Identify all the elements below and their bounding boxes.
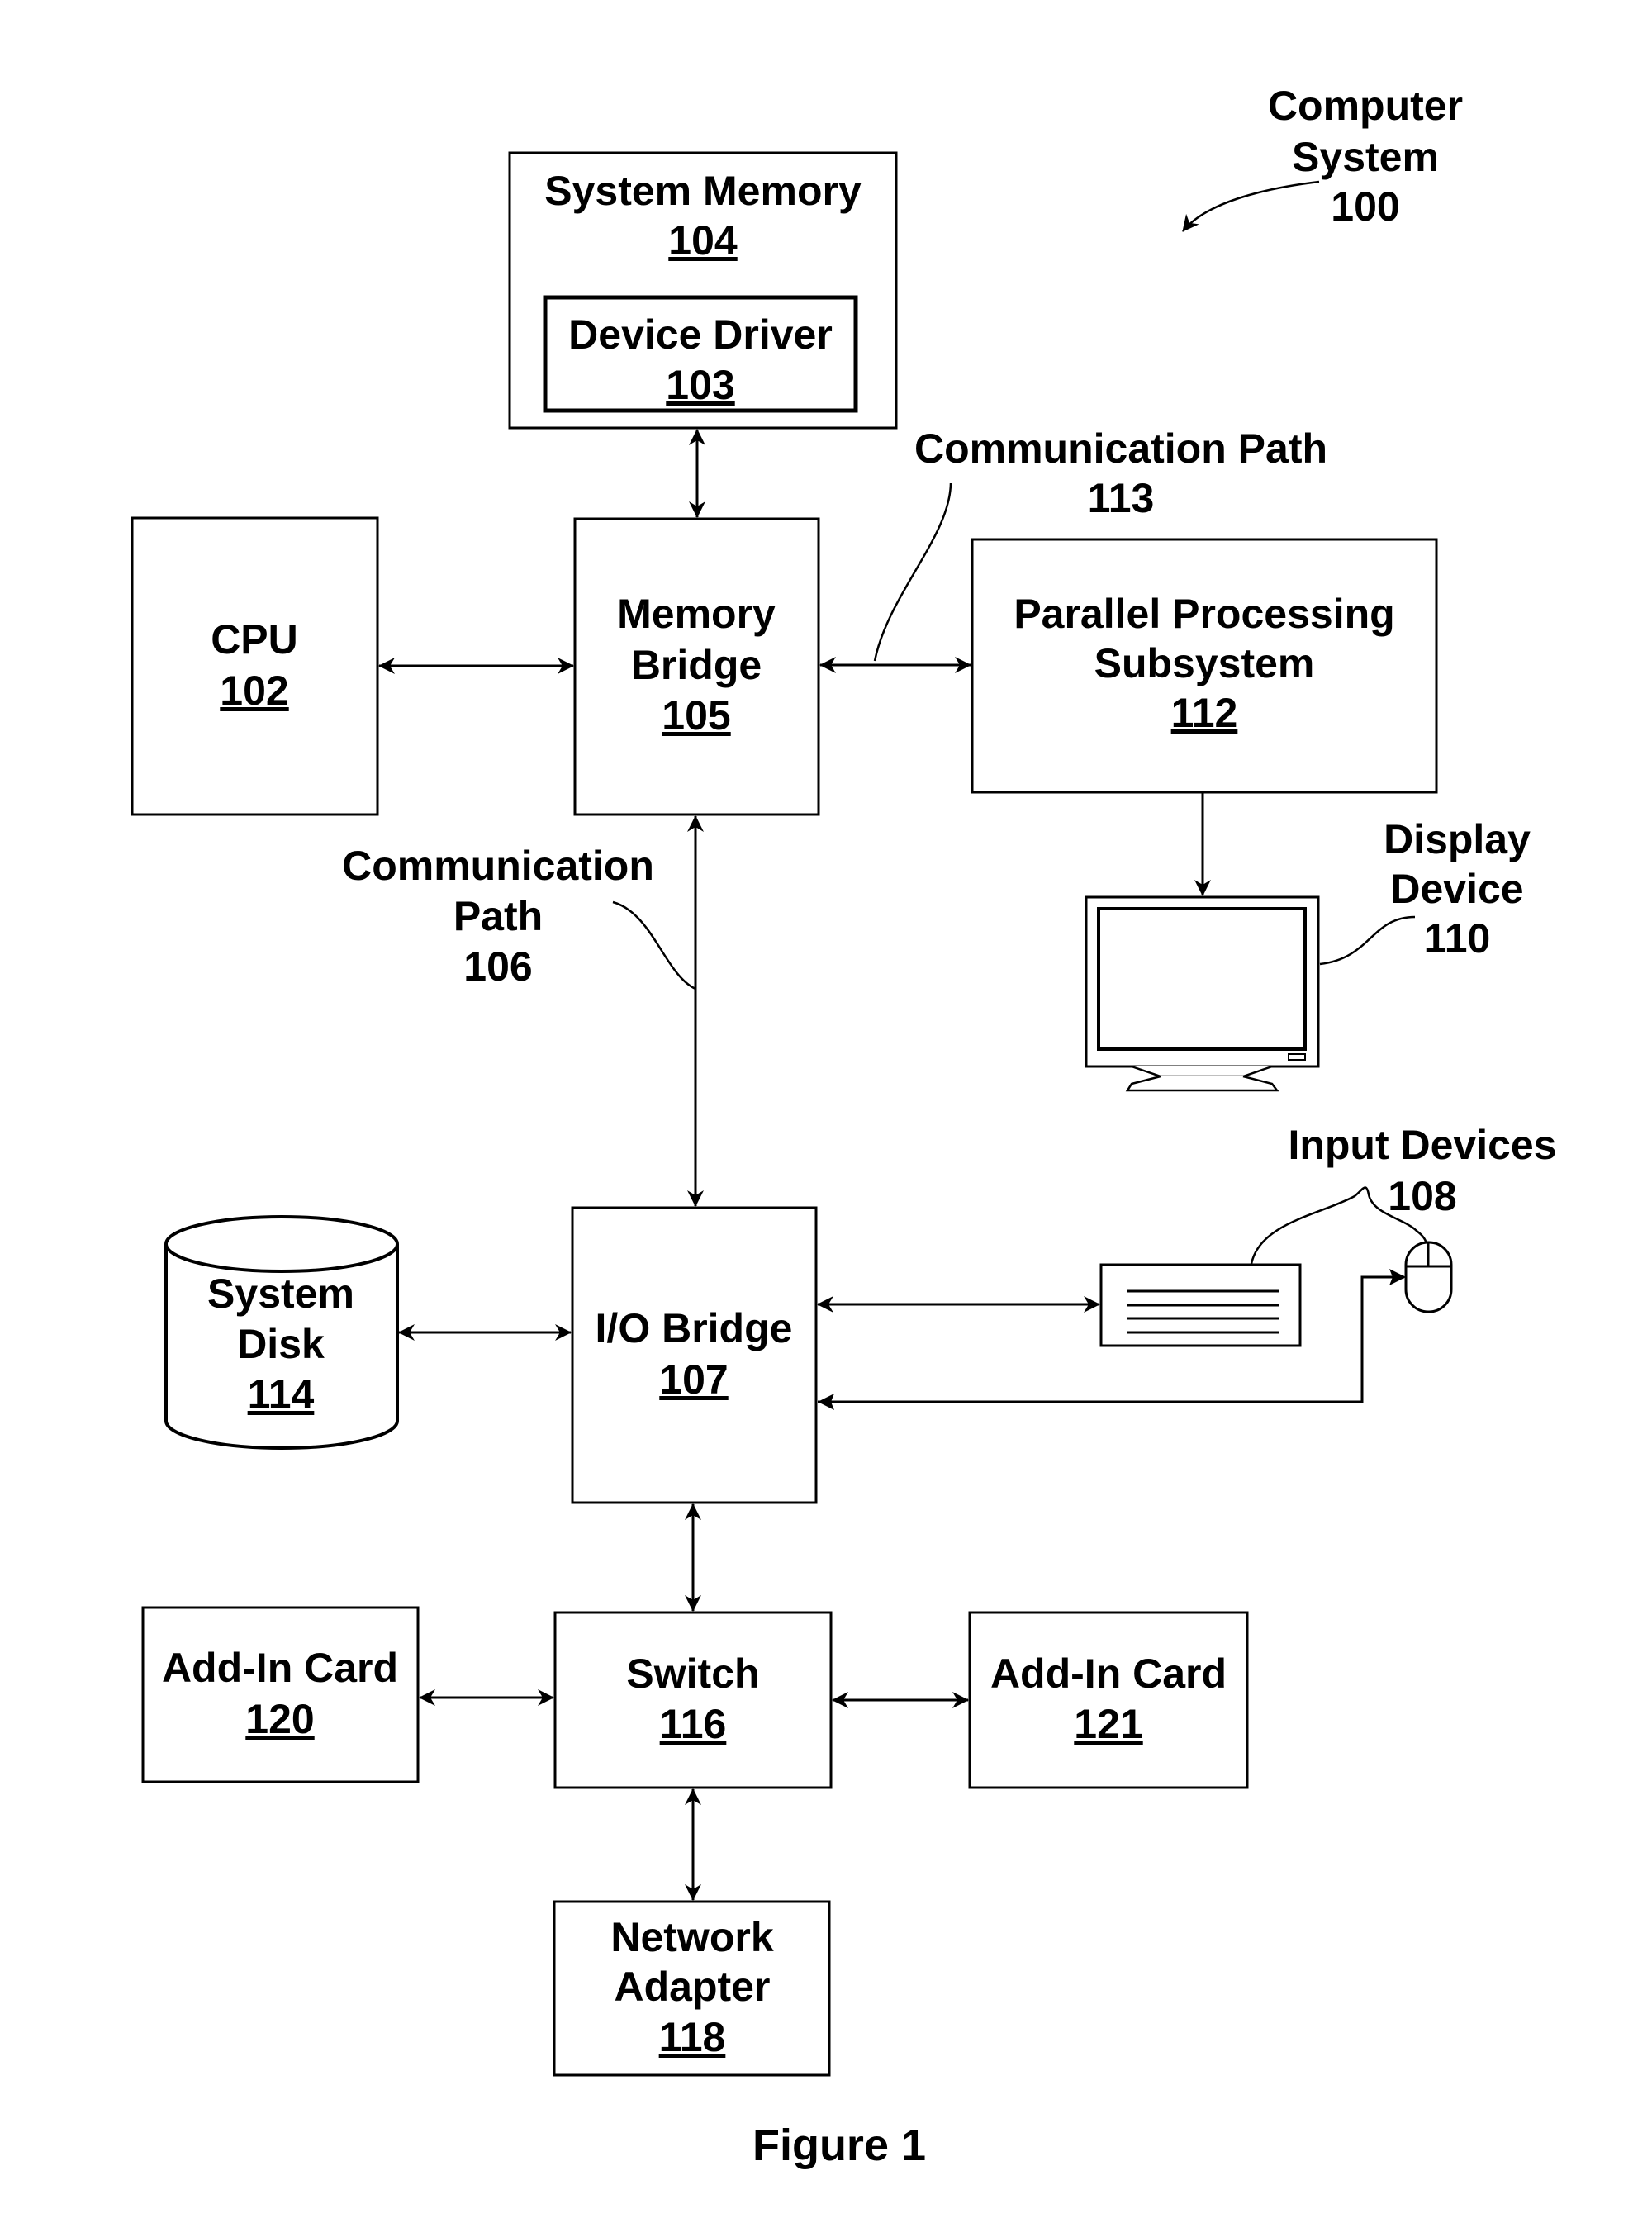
system-memory-ref: 104 — [668, 217, 738, 264]
parallel-processing-ref: 112 — [1171, 690, 1238, 736]
network-adapter-ref: 118 — [659, 2014, 726, 2060]
input-devices-text: Input Devices — [1288, 1122, 1556, 1168]
switch-box — [553, 1611, 833, 1789]
device-driver-ref: 103 — [666, 362, 734, 408]
system-disk-ref: 114 — [248, 1371, 315, 1418]
computer-system-ref: 100 — [1331, 183, 1399, 230]
communication-path-113-text: Communication Path — [914, 425, 1327, 472]
add-in-card-121-block: Add-In Card 121 — [968, 1611, 1249, 1789]
system-memory-label: System Memory — [544, 168, 862, 214]
memory-bridge-label-line-1: Memory — [617, 591, 776, 637]
display-device-text-line-1: Display — [1384, 816, 1531, 862]
network-adapter-label-line-2: Adapter — [615, 1964, 771, 2010]
system-memory-block: System Memory 104 Device Driver 103 — [508, 151, 898, 430]
communication-path-113-leader — [873, 482, 952, 662]
memory-bridge-ref: 105 — [662, 692, 730, 739]
communication-path-113-ref: 113 — [1088, 475, 1155, 521]
add-in-card-120-label: Add-In Card — [162, 1645, 398, 1691]
io-bridge-box — [571, 1206, 818, 1504]
cpu-label: CPU — [211, 616, 298, 663]
memory-bridge-block: Memory Bridge 105 — [573, 517, 820, 816]
cpu-box — [131, 516, 379, 816]
input-devices-label: Input Devices 108 — [1288, 1122, 1556, 1219]
system-disk-label-line-1: System — [207, 1270, 354, 1317]
add-in-card-121-box — [968, 1611, 1249, 1789]
add-in-card-120-ref: 120 — [245, 1696, 314, 1742]
add-in-card-120-block: Add-In Card 120 — [141, 1606, 420, 1783]
add-in-card-120-box — [141, 1606, 420, 1783]
display-device-ref: 110 — [1424, 915, 1491, 962]
figure-caption: Figure 1 — [752, 2121, 926, 2170]
communication-path-106-label: Communication Path 106 — [342, 843, 654, 990]
computer-system-label: Computer System 100 — [1182, 83, 1463, 232]
monitor-icon — [1085, 895, 1320, 1092]
keyboard-icon — [1099, 1263, 1302, 1347]
device-driver-label: Device Driver — [568, 311, 833, 358]
display-device-text-line-2: Device — [1390, 866, 1523, 912]
input-devices-ref: 108 — [1388, 1173, 1456, 1219]
computer-system-diagram: Computer System 100 System Memory 104 De… — [131, 83, 1557, 2170]
communication-path-106-ref: 106 — [463, 943, 532, 990]
system-disk-block: System Disk 114 — [164, 1215, 399, 1450]
io-bridge-ref: 107 — [659, 1356, 728, 1403]
computer-system-pointer-arrow — [1182, 180, 1320, 232]
io-bridge-block: I/O Bridge 107 — [571, 1206, 818, 1504]
switch-label: Switch — [626, 1650, 759, 1697]
computer-system-line-1: Computer — [1268, 83, 1463, 129]
io-bridge-label: I/O Bridge — [596, 1305, 793, 1351]
display-device-label: Display Device 110 — [1384, 816, 1531, 962]
switch-block: Switch 116 — [553, 1611, 833, 1789]
parallel-processing-label-line-1: Parallel Processing — [1014, 591, 1394, 637]
communication-path-106-text-line-1: Communication — [342, 843, 654, 889]
network-adapter-block: Network Adapter 118 — [553, 1900, 831, 2077]
communication-path-113-label: Communication Path 113 — [914, 425, 1327, 521]
display-device-leader — [1319, 915, 1416, 966]
mouse-icon — [1404, 1241, 1453, 1313]
memory-bridge-label-line-2: Bridge — [631, 642, 762, 688]
switch-ref: 116 — [660, 1701, 727, 1747]
cpu-block: CPU 102 — [131, 516, 379, 816]
parallel-processing-label-line-2: Subsystem — [1094, 640, 1315, 686]
parallel-processing-block: Parallel Processing Subsystem 112 — [971, 538, 1438, 794]
network-adapter-label-line-1: Network — [610, 1914, 773, 1960]
communication-path-106-leader — [612, 900, 696, 990]
add-in-card-121-label: Add-In Card — [990, 1650, 1227, 1697]
cpu-ref: 102 — [220, 667, 288, 714]
add-in-card-121-ref: 121 — [1074, 1701, 1142, 1747]
system-disk-label-line-2: Disk — [237, 1321, 325, 1367]
communication-path-106-text-line-2: Path — [453, 893, 543, 939]
computer-system-line-2: System — [1292, 134, 1439, 180]
